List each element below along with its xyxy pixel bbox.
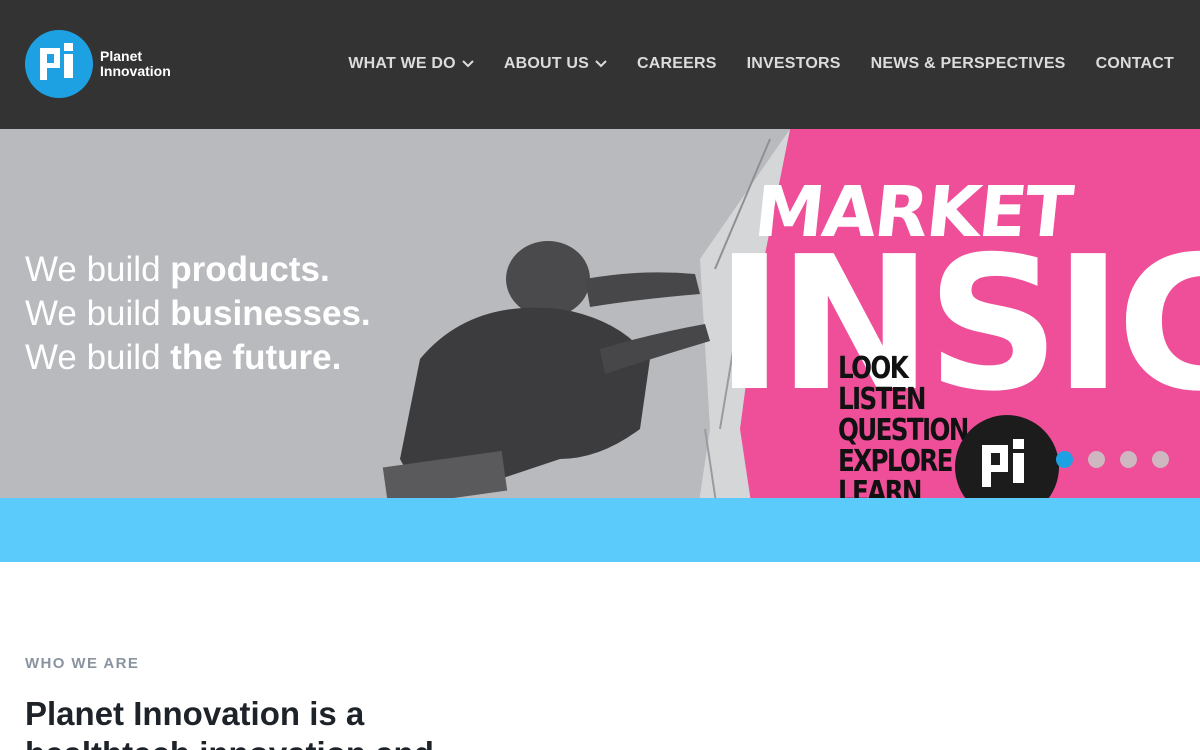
art-word-list: LOOK LISTEN QUESTION EXPLORE LEARN	[838, 351, 969, 508]
slider-dot-3[interactable]	[1120, 451, 1137, 468]
tagline-prefix: We build	[25, 294, 171, 333]
pi-logo-icon	[25, 30, 93, 98]
tagline-emphasis: businesses.	[170, 294, 371, 333]
nav-what-we-do[interactable]: WHAT WE DO	[348, 55, 474, 73]
nav-news-perspectives[interactable]: NEWS & PERSPECTIVES	[871, 55, 1066, 73]
nav-label: INVESTORS	[746, 55, 841, 72]
tagline-line: We build businesses.	[25, 292, 371, 336]
art-word: QUESTION	[838, 413, 969, 448]
slider-dot-2[interactable]	[1088, 451, 1105, 468]
tagline-line: We build products.	[25, 248, 371, 292]
brand-wordmark: Planet Innovation	[100, 49, 171, 79]
nav-label: ABOUT US	[503, 55, 589, 72]
hero-accent-band	[0, 498, 1200, 562]
art-word: EXPLORE	[838, 444, 953, 479]
nav-label: NEWS & PERSPECTIVES	[870, 55, 1066, 72]
nav-about-us[interactable]: ABOUT US	[504, 55, 607, 73]
chevron-down-icon	[462, 60, 474, 68]
main-nav: WHAT WE DO ABOUT US CAREERS INVESTORS NE…	[318, 55, 1174, 73]
brand-logo[interactable]: Planet Innovation	[25, 30, 171, 98]
slider-dots	[1056, 451, 1184, 468]
slider-dot-1[interactable]	[1056, 451, 1073, 468]
nav-investors[interactable]: INVESTORS	[747, 55, 841, 73]
brand-name-line1: Planet	[100, 48, 143, 64]
hero-tagline: We build products. We build businesses. …	[25, 248, 371, 380]
slider-dot-4[interactable]	[1152, 451, 1169, 468]
tagline-emphasis: the future.	[170, 338, 342, 377]
art-word: LOOK	[838, 351, 909, 386]
section-headline: Planet Innovation is a healthtech innova…	[25, 695, 434, 750]
art-word: LISTEN	[838, 382, 927, 417]
tagline-prefix: We build	[25, 338, 171, 377]
nav-label: WHAT WE DO	[348, 55, 456, 72]
nav-careers[interactable]: CAREERS	[637, 55, 717, 73]
hero-banner: MARKET INSIGHT LOOK LISTEN QUESTION EXPL…	[0, 129, 1200, 562]
chevron-down-icon	[595, 60, 607, 68]
section-eyebrow: WHO WE ARE	[25, 655, 140, 672]
nav-contact[interactable]: CONTACT	[1096, 55, 1174, 73]
tagline-line: We build the future.	[25, 336, 371, 380]
nav-label: CAREERS	[636, 55, 717, 72]
tagline-prefix: We build	[25, 250, 171, 289]
nav-label: CONTACT	[1095, 55, 1174, 72]
brand-name-line2: Innovation	[100, 63, 171, 79]
site-header: Planet Innovation WHAT WE DO ABOUT US CA…	[0, 0, 1200, 129]
tagline-emphasis: products.	[170, 250, 330, 289]
